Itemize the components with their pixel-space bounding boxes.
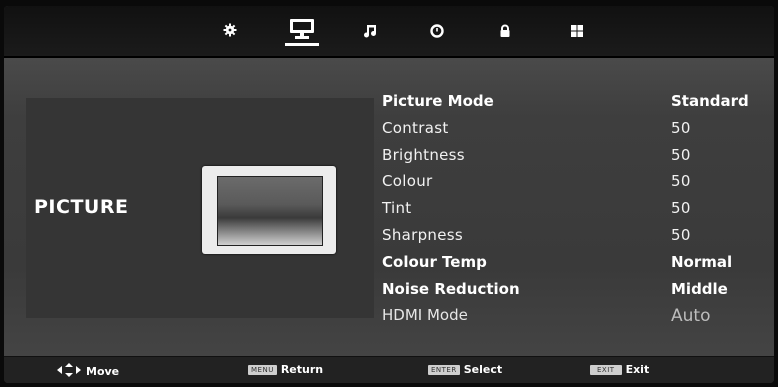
menu-item-label: Colour Temp (382, 253, 487, 271)
tab-channel[interactable] (560, 18, 594, 46)
hint-move-label: Move (86, 365, 120, 378)
menu-item-value: 50 (671, 146, 691, 164)
menu-item-value: 50 (671, 199, 691, 217)
grid-icon (570, 23, 584, 42)
menu-item-sharpness[interactable]: Sharpness 50 (382, 226, 762, 252)
exit-key-icon: EXIT (590, 364, 622, 375)
hint-move: Move (56, 363, 119, 380)
menu-item-label: Contrast (382, 119, 449, 137)
lock-icon (498, 23, 512, 42)
menu-item-tint[interactable]: Tint 50 (382, 199, 762, 225)
monitor-icon (289, 18, 315, 44)
menu-item-value: 50 (671, 172, 691, 190)
menu-item-label: Noise Reduction (382, 280, 520, 298)
clock-icon (430, 23, 444, 42)
menu-item-value: 50 (671, 119, 691, 137)
hint-select-label: Select (463, 363, 503, 376)
menu-key-icon: MENU (248, 364, 277, 375)
menu-item-label: Picture Mode (382, 92, 494, 110)
tab-time[interactable] (420, 18, 454, 46)
menu-item-colour[interactable]: Colour 50 (382, 172, 762, 198)
menu-item-brightness[interactable]: Brightness 50 (382, 146, 762, 172)
menu-item-value: Auto (671, 306, 711, 326)
picture-preview-screen (217, 176, 323, 246)
menu-item-noise-reduction[interactable]: Noise Reduction Middle (382, 280, 762, 306)
menu-item-colour-temp[interactable]: Colour Temp Normal (382, 253, 762, 279)
menu-item-label: Sharpness (382, 226, 463, 244)
menu-item-label: HDMI Mode (382, 306, 468, 324)
tab-setup[interactable] (213, 18, 247, 46)
music-note-icon (363, 23, 377, 42)
tab-picture[interactable] (285, 18, 319, 46)
tab-sound[interactable] (353, 18, 387, 46)
menu-item-value: Normal (671, 253, 733, 271)
key-hint-bar: Move MENU Return ENTER Select EXIT Exit (4, 356, 774, 383)
menu-item-picture-mode[interactable]: Picture Mode Standard (382, 92, 762, 118)
hint-return: MENU Return (248, 363, 323, 376)
hint-exit-label: Exit (625, 363, 650, 376)
hint-select: ENTER Select (428, 363, 502, 376)
picture-preview-thumbnail (202, 166, 336, 254)
enter-key-icon: ENTER (428, 364, 460, 375)
tv-menu-window: PICTURE Picture Mode Standard Contrast 5… (4, 6, 774, 383)
menu-item-label: Tint (382, 199, 412, 217)
gear-icon (222, 22, 238, 42)
menu-item-contrast[interactable]: Contrast 50 (382, 119, 762, 145)
menu-item-value: Standard (671, 92, 749, 110)
dpad-arrows-icon (56, 363, 82, 380)
menu-item-value: 50 (671, 226, 691, 244)
hint-return-label: Return (280, 363, 324, 376)
section-title: PICTURE (34, 196, 129, 218)
tab-lock[interactable] (488, 18, 522, 46)
menu-item-hdmi-mode[interactable]: HDMI Mode Auto (382, 306, 762, 332)
menu-item-label: Brightness (382, 146, 465, 164)
menu-item-label: Colour (382, 172, 433, 190)
menu-tab-bar (4, 6, 774, 58)
hint-exit: EXIT Exit (590, 363, 649, 376)
menu-item-value: Middle (671, 280, 728, 298)
